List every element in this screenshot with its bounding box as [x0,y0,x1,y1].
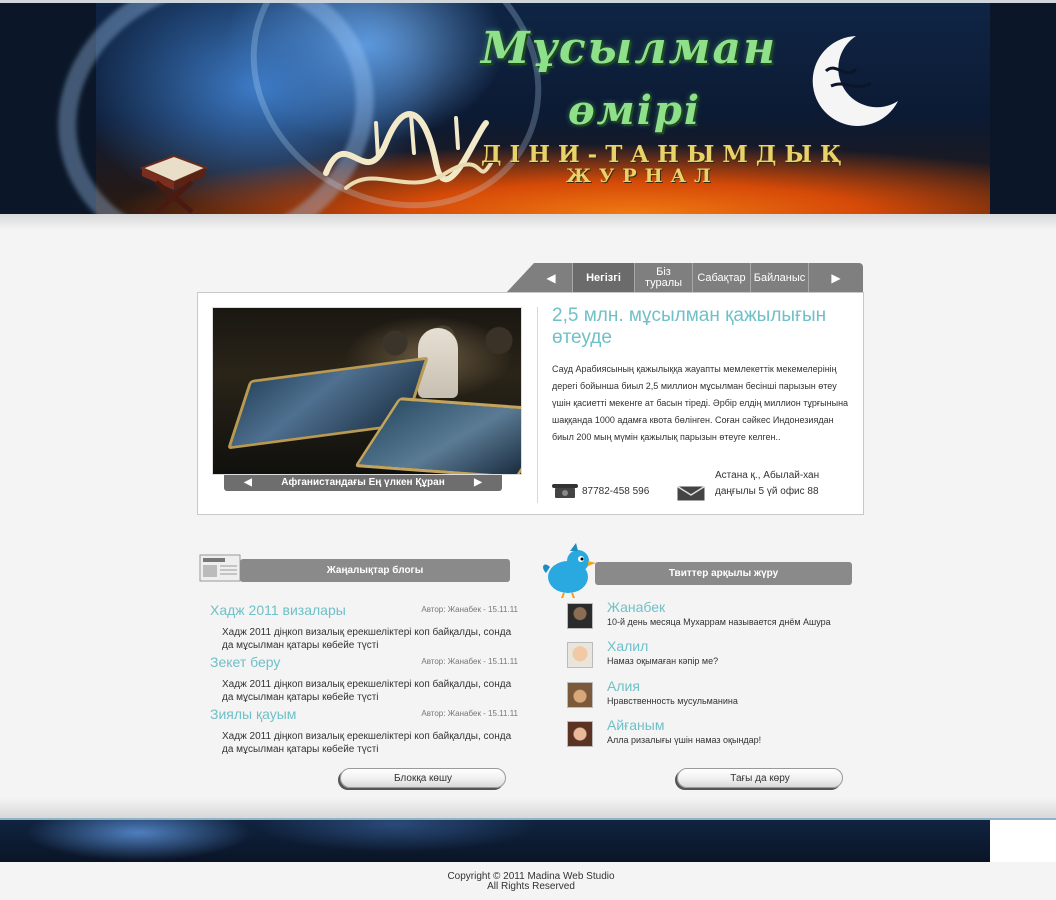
quran-stand-icon [139,154,209,214]
mail-icon [677,486,705,501]
avatar[interactable] [567,682,593,708]
slide-caption: Афганистандағы Ең үлкен Құран [281,477,445,488]
nav-next-arrow-icon[interactable]: ▶ [808,263,863,293]
nav-item-lessons[interactable]: Сабақтар [692,263,750,293]
avatar[interactable] [567,642,593,668]
header-shadow [0,214,1056,230]
rights-line: All Rights Reserved [487,881,575,892]
nav-prev-arrow-icon[interactable]: ◀ [530,263,572,293]
tweet-author[interactable]: Алия [607,678,640,694]
tweet-message: 10-й день месяца Мухаррам называется днё… [607,617,831,627]
news-item-text: Хадж 2011 діңкоп визалық ерекшеліктері к… [222,731,512,755]
avatar[interactable] [567,603,593,629]
slide-image [212,307,522,475]
tweet-item: Халил Намаз оқымаған кәпір ме? [567,638,867,672]
tweet-item: Айғаным Алла ризалығы үшін намаз оқындар… [567,717,867,751]
nav-item-home[interactable]: Негізгі [572,263,634,293]
news-item-title[interactable]: Хадж 2011 визалары [210,602,346,618]
news-item-title[interactable]: Зиялы қауым [210,706,296,722]
main-navigation: ◀ Негізгі Біз туралы Сабақтар Байланыс ▶ [506,263,863,293]
news-item-meta: Автор: Жанабек - 15.11.11 [421,709,518,718]
news-section-header: Жаңалықтар блогы [240,559,510,582]
tweet-author[interactable]: Халил [607,638,648,654]
logo-title-second-line: өмірі [568,87,702,134]
logo-subtitle-second-line: ЖУРНАЛ [566,165,719,187]
phone-icon [552,484,578,498]
slide-caption-bar: ◀ Афганистандағы Ең үлкен Құран ▶ [224,475,502,491]
tweet-author[interactable]: Айғаным [607,717,664,733]
news-item-text: Хадж 2011 діңкоп визалық ерекшеліктері к… [222,679,512,703]
footer-shadow [0,798,1056,818]
news-item-meta: Автор: Жанабек - 15.11.11 [421,605,518,614]
go-to-blog-button[interactable]: Блокқа көшу [340,768,506,788]
site-header: Мұсылман өмірі ДІНИ-ТАНЫМДЫҚ ЖУРНАЛ [0,0,1056,214]
tweet-message: Намаз оқымаған кәпір ме? [607,656,719,666]
nav-item-contact[interactable]: Байланыс [750,263,808,293]
news-item-text: Хадж 2011 діңкоп визалық ерекшеліктері к… [222,627,512,651]
contact-address: Астана қ., Абылай-хан даңғылы 5 үй офис … [715,470,820,497]
news-item-title[interactable]: Зекет беру [210,654,280,670]
calligraphy-art [323,111,493,190]
slide-next-arrow-icon[interactable]: ▶ [468,475,488,491]
logo-subtitle: ДІНИ-ТАНЫМДЫҚ [481,141,850,168]
article-text: Сауд Арабиясының қажылыққа жауапты мемле… [552,364,849,442]
slide-prev-arrow-icon[interactable]: ◀ [238,475,258,491]
logo-title: Мұсылман [481,23,778,74]
featured-divider [537,307,538,503]
footer-banner [0,818,990,862]
copyright: Copyright © 2011 Madina Web Studio All R… [0,872,1056,892]
featured-panel: ◀ Афганистандағы Ең үлкен Құран ▶ 2,5 мл… [197,292,864,515]
crescent-moon-icon [812,36,898,126]
avatar[interactable] [567,721,593,747]
newspaper-icon [199,554,241,582]
twitter-bird-icon [543,543,596,599]
header-banner: Мұсылман өмірі ДІНИ-ТАНЫМДЫҚ ЖУРНАЛ [17,3,990,214]
twitter-section-header: Твиттер арқылы жүру [595,562,852,585]
nav-item-about[interactable]: Біз туралы [634,263,692,293]
tweet-item: Алия Нравственность мусульманина [567,678,867,712]
tweet-message: Нравственность мусульманина [607,696,738,706]
news-item-meta: Автор: Жанабек - 15.11.11 [421,657,518,666]
footer-blank [990,818,1056,862]
contact-phone: 87782-458 596 [582,486,650,497]
see-more-button[interactable]: Тағы да көру [677,768,843,788]
tweet-author[interactable]: Жанабек [607,599,665,615]
tweet-message: Алла ризалығы үшін намаз оқындар! [607,735,762,745]
tweet-item: Жанабек 10-й день месяца Мухаррам называ… [567,599,867,633]
article-title[interactable]: 2,5 млн. мұсылман қажылығын өтеуде [552,305,852,349]
